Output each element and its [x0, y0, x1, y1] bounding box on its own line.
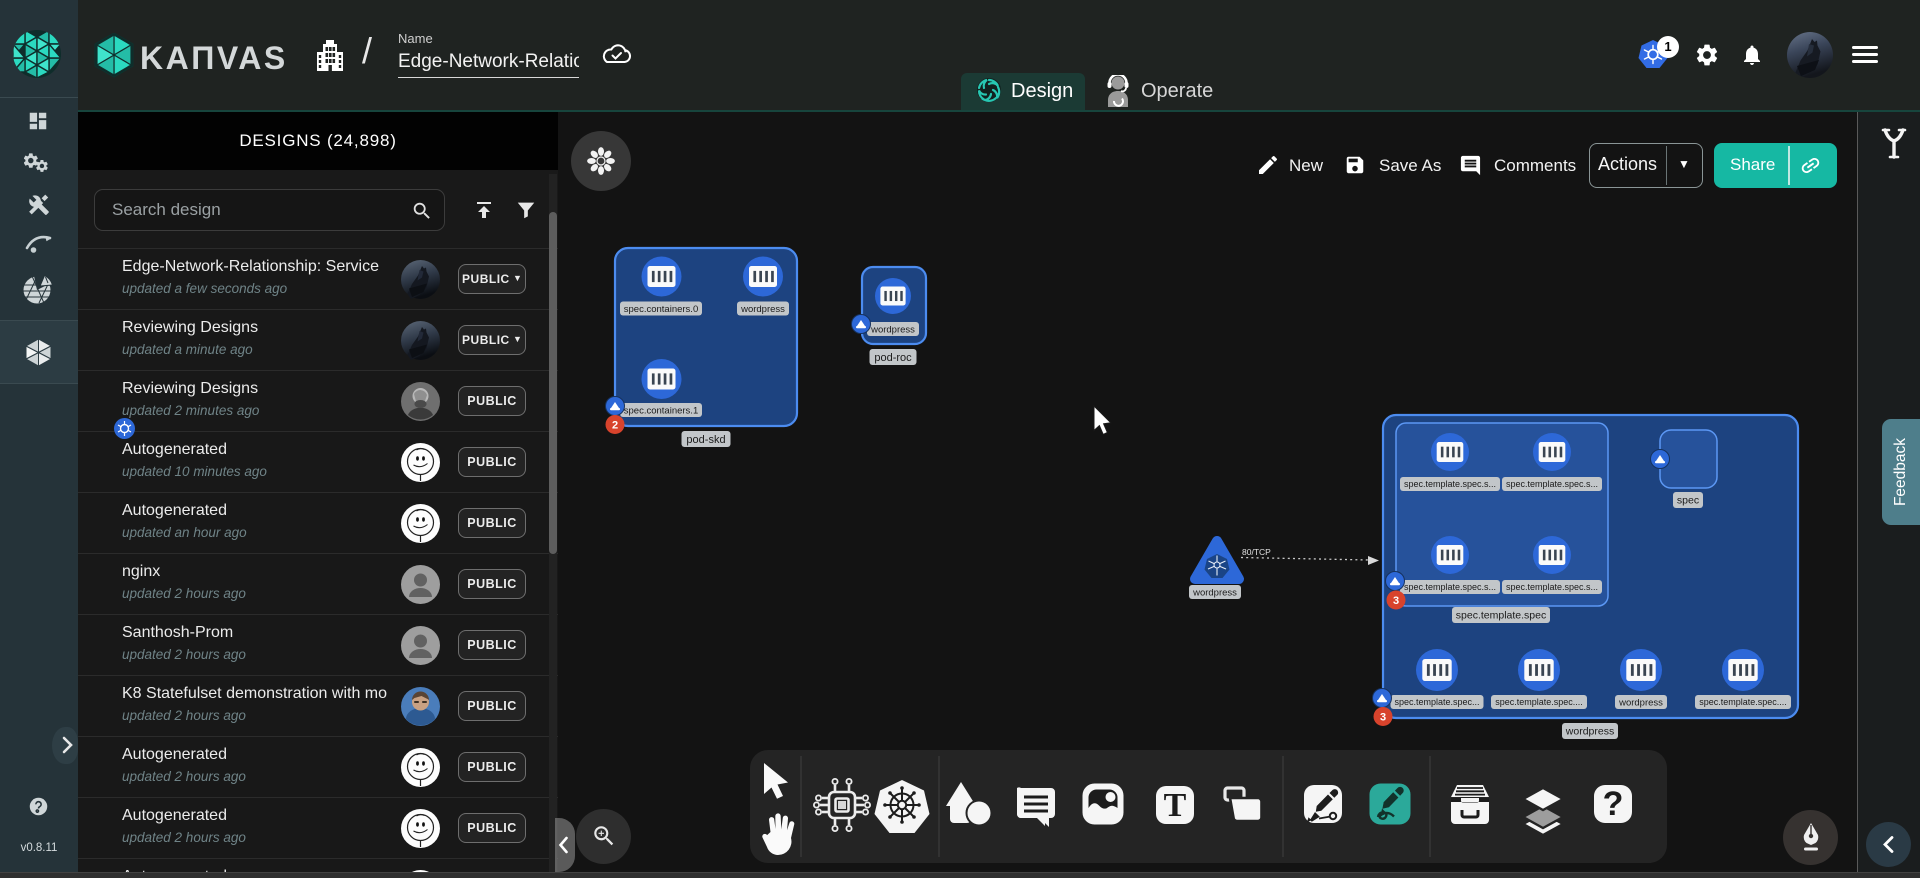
svg-text:spec: spec — [1677, 495, 1699, 507]
svg-text:pod-roc: pod-roc — [874, 352, 912, 364]
svg-text:3: 3 — [1393, 595, 1399, 607]
svg-text:pod-skd: pod-skd — [686, 434, 725, 446]
svg-text:spec.template.spec: spec.template.spec — [1456, 610, 1546, 622]
svg-text:?: ? — [1603, 785, 1624, 823]
svg-text:wordpress: wordpress — [870, 324, 915, 335]
svg-text:spec.template.spec.s...: spec.template.spec.s... — [1506, 582, 1598, 592]
svg-text:T: T — [1164, 787, 1187, 824]
svg-text:80/TCP: 80/TCP — [1242, 547, 1271, 557]
svg-text:wordpress: wordpress — [740, 304, 785, 315]
svg-text:spec.template.spec....: spec.template.spec.... — [1699, 697, 1787, 707]
svg-text:2: 2 — [612, 419, 618, 431]
svg-text:wordpress: wordpress — [1618, 697, 1663, 708]
svg-text:wordpress: wordpress — [1192, 587, 1237, 598]
svg-text:spec.template.spec.s...: spec.template.spec.s... — [1404, 582, 1496, 592]
svg-text:spec.template.spec.s...: spec.template.spec.s... — [1506, 479, 1598, 489]
svg-text:spec.containers.1: spec.containers.1 — [624, 405, 698, 416]
svg-text:spec.template.spec...: spec.template.spec... — [1394, 697, 1479, 707]
svg-text:spec.template.spec.s...: spec.template.spec.s... — [1404, 479, 1496, 489]
svg-text:wordpress: wordpress — [1565, 726, 1614, 738]
svg-text:spec.containers.0: spec.containers.0 — [624, 304, 698, 315]
svg-text:spec.template.spec....: spec.template.spec.... — [1495, 697, 1583, 707]
svg-text:3: 3 — [1380, 711, 1386, 723]
